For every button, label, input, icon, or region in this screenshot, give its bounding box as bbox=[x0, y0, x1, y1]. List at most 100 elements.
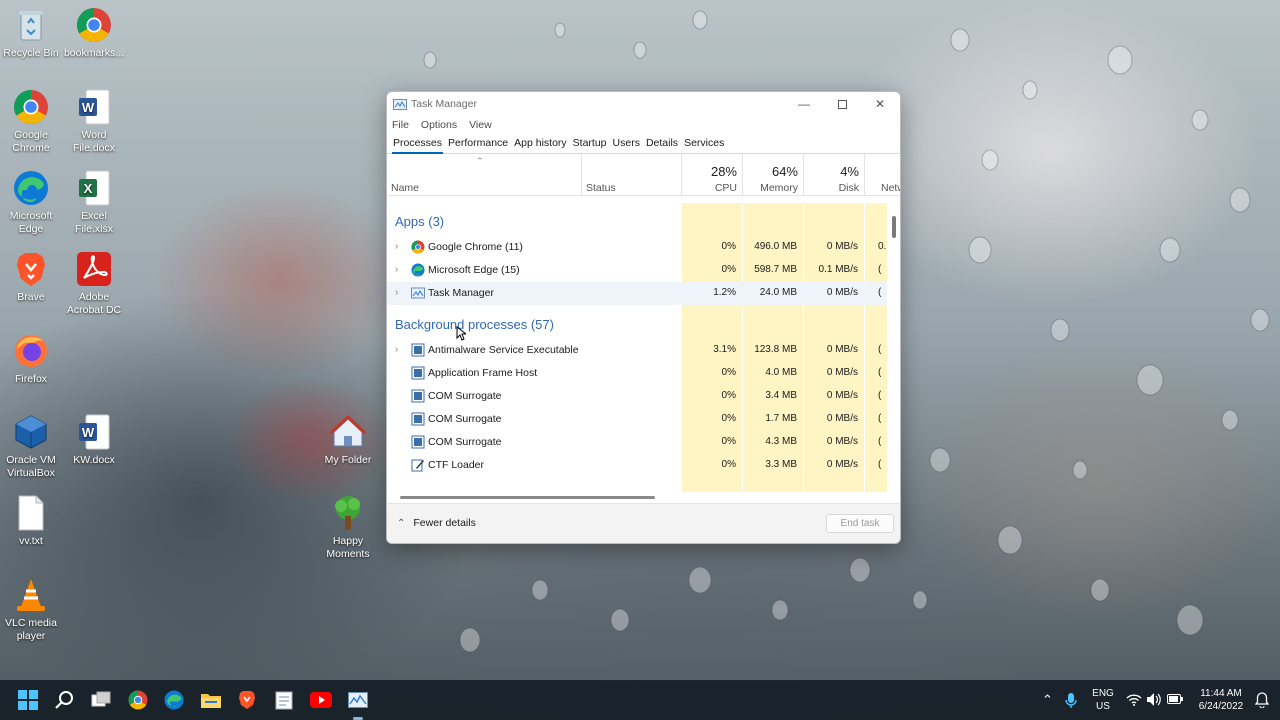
desktop-icon-adobe-acrobat[interactable]: Adobe Acrobat DC bbox=[63, 250, 125, 317]
horizontal-scrollbar[interactable] bbox=[400, 496, 655, 499]
column-disk[interactable]: 4% Disk bbox=[804, 154, 864, 196]
table-row[interactable]: COM Surrogate 0% 4.3 MB 0 MB/s ( bbox=[387, 431, 887, 454]
network-value: ( bbox=[878, 390, 882, 401]
task-manager-app-icon bbox=[393, 98, 407, 110]
region-code: US bbox=[1096, 701, 1110, 712]
expand-chevron-icon[interactable]: › bbox=[395, 287, 398, 298]
table-row[interactable]: COM Surrogate 0% 3.4 MB 0 MB/s ( bbox=[387, 385, 887, 408]
network-value: ( bbox=[878, 436, 882, 447]
search-icon bbox=[55, 691, 73, 709]
taskbar-chrome[interactable] bbox=[124, 686, 152, 714]
taskbar-task-manager[interactable] bbox=[344, 686, 372, 714]
maximize-button[interactable] bbox=[823, 92, 861, 116]
minimize-button[interactable]: — bbox=[785, 92, 823, 116]
wifi-icon[interactable] bbox=[1126, 693, 1142, 706]
desktop-icon-google-chrome[interactable]: Google Chrome bbox=[0, 88, 62, 155]
column-status[interactable]: Status bbox=[582, 154, 681, 196]
expand-chevron-icon[interactable]: › bbox=[395, 241, 398, 252]
disk-value: 0.1 MB/s bbox=[818, 264, 858, 275]
taskbar-notepad[interactable] bbox=[270, 686, 298, 714]
desktop-icon-microsoft-edge[interactable]: Microsoft Edge bbox=[0, 169, 62, 236]
cpu-value: 0% bbox=[721, 367, 736, 378]
menu-file[interactable]: File bbox=[392, 119, 409, 131]
tab-services[interactable]: Services bbox=[681, 137, 727, 153]
battery-icon[interactable] bbox=[1167, 694, 1183, 704]
edge-icon bbox=[12, 169, 50, 207]
volume-icon[interactable] bbox=[1146, 692, 1162, 707]
close-button[interactable]: ✕ bbox=[861, 92, 899, 116]
tab-performance[interactable]: Performance bbox=[445, 137, 511, 153]
tab-app-history[interactable]: App history bbox=[511, 137, 570, 153]
expand-chevron-icon[interactable]: › bbox=[395, 344, 398, 355]
start-button[interactable] bbox=[14, 686, 42, 714]
disk-value: 0 MB/s bbox=[826, 459, 858, 470]
process-name: COM Surrogate bbox=[428, 436, 502, 448]
memory-value: 4.0 MB bbox=[765, 367, 797, 378]
menu-view[interactable]: View bbox=[469, 119, 492, 131]
tab-users[interactable]: Users bbox=[610, 137, 643, 153]
desktop-icon-virtualbox[interactable]: Oracle VM VirtualBox bbox=[0, 413, 62, 480]
desktop-icon-recycle-bin[interactable]: Recycle Bin bbox=[0, 6, 62, 60]
tab-startup[interactable]: Startup bbox=[570, 137, 610, 153]
column-memory[interactable]: 64% Memory bbox=[743, 154, 803, 196]
close-icon: ✕ bbox=[874, 97, 886, 111]
chevron-up-icon[interactable]: ⌃ bbox=[1042, 692, 1053, 708]
clock[interactable]: 11:44 AM 6/24/2022 bbox=[1190, 687, 1252, 713]
edge-icon bbox=[411, 263, 425, 277]
cpu-value: 0% bbox=[721, 264, 736, 275]
desktop-icon-word-file[interactable]: W Word File.docx bbox=[63, 88, 125, 155]
fewer-details-label: Fewer details bbox=[413, 517, 476, 529]
search-button[interactable] bbox=[50, 686, 78, 714]
language-indicator[interactable]: ENG US bbox=[1091, 687, 1115, 713]
microphone-icon[interactable] bbox=[1065, 692, 1077, 709]
column-cpu[interactable]: 28% CPU bbox=[682, 154, 742, 196]
tab-details[interactable]: Details bbox=[643, 137, 681, 153]
task-manager-icon bbox=[411, 287, 425, 299]
desktop-icon-kw-docx[interactable]: W KW.docx bbox=[63, 413, 125, 467]
desktop-icon-label: Word File.docx bbox=[72, 129, 115, 154]
process-name: CTF Loader bbox=[428, 459, 485, 471]
folder-icon bbox=[201, 694, 221, 708]
notification-icon[interactable] bbox=[1255, 692, 1269, 708]
column-name[interactable]: Name bbox=[387, 154, 581, 196]
tab-processes[interactable]: Processes bbox=[390, 137, 445, 154]
firefox-icon bbox=[12, 332, 50, 370]
disk-value: 0 MB/s bbox=[826, 241, 858, 252]
desktop-icon-vlc[interactable]: VLC media player bbox=[0, 576, 62, 643]
expand-chevron-icon[interactable]: › bbox=[395, 264, 398, 275]
desktop-icon-label: KW.docx bbox=[73, 454, 115, 466]
taskbar-brave[interactable] bbox=[233, 686, 261, 714]
table-row[interactable]: Application Frame Host 0% 4.0 MB 0 MB/s … bbox=[387, 362, 887, 385]
desktop-icon-my-folder[interactable]: My Folder bbox=[317, 413, 379, 467]
desktop-icon-bookmarks[interactable]: bookmarks... bbox=[63, 6, 125, 60]
table-row[interactable]: COM Surrogate 0% 1.7 MB 0 MB/s ( bbox=[387, 408, 887, 431]
title-bar[interactable]: Task Manager — ✕ bbox=[387, 92, 900, 116]
taskbar-file-explorer[interactable] bbox=[197, 686, 225, 714]
disk-value: 0 MB/s bbox=[826, 390, 858, 401]
desktop-icon-happy-moments[interactable]: Happy Moments bbox=[317, 494, 379, 561]
taskbar-edge[interactable] bbox=[160, 686, 188, 714]
chrome-icon bbox=[128, 690, 148, 710]
disk-value: 0 MB/s bbox=[826, 436, 858, 447]
end-task-button[interactable]: End task bbox=[826, 514, 894, 533]
tree-icon bbox=[329, 494, 367, 532]
brave-lion-icon bbox=[12, 250, 50, 288]
column-network[interactable]: Netw bbox=[865, 154, 900, 196]
task-view-button[interactable] bbox=[87, 686, 115, 714]
table-row[interactable]: › Task Manager 1.2% 24.0 MB 0 MB/s ( bbox=[387, 282, 887, 305]
desktop-icon-firefox[interactable]: Firefox bbox=[0, 332, 62, 386]
desktop-icon-vv-txt[interactable]: vv.txt bbox=[0, 494, 62, 548]
chevron-up-icon: ⌃ bbox=[397, 517, 406, 529]
memory-value: 1.7 MB bbox=[765, 413, 797, 424]
desktop-icon-excel-file[interactable]: X Excel File.xlsx bbox=[63, 169, 125, 236]
taskbar-youtube[interactable] bbox=[307, 686, 335, 714]
menu-options[interactable]: Options bbox=[421, 119, 457, 131]
fewer-details-button[interactable]: ⌃ Fewer details bbox=[397, 517, 476, 529]
brave-lion-icon bbox=[239, 691, 255, 709]
table-row[interactable]: › Microsoft Edge (15) 0% 598.7 MB 0.1 MB… bbox=[387, 259, 887, 282]
desktop-icon-brave[interactable]: Brave bbox=[0, 250, 62, 304]
table-row[interactable]: › Antimalware Service Executable 3.1% 12… bbox=[387, 339, 887, 362]
table-row[interactable]: › Google Chrome (11) 0% 496.0 MB 0 MB/s … bbox=[387, 236, 887, 259]
vertical-scrollbar[interactable] bbox=[892, 216, 896, 238]
table-row[interactable]: CTF Loader 0% 3.3 MB 0 MB/s ( bbox=[387, 454, 887, 477]
